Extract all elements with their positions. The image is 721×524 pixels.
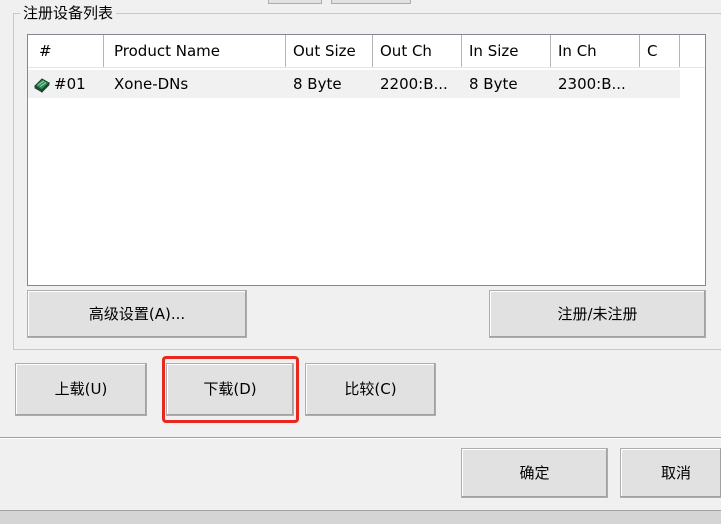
device-icon	[33, 75, 51, 93]
cell-out-ch: 2200:B...	[380, 75, 448, 93]
ok-button[interactable]: 确定	[461, 448, 608, 498]
bottom-edge	[0, 510, 721, 524]
cell-product-name: Xone-DNs	[114, 75, 189, 93]
column-header-out-size[interactable]: Out Size	[286, 35, 373, 67]
cell-c	[640, 70, 680, 98]
upload-button[interactable]: 上载(U)	[15, 363, 147, 416]
column-header-in-ch[interactable]: In Ch	[551, 35, 640, 67]
cell-num: #01	[54, 75, 86, 93]
download-label: 下载(D)	[203, 380, 257, 398]
cell-in-size: 8 Byte	[469, 75, 518, 93]
top-button-left-partial[interactable]	[268, 0, 322, 4]
download-button[interactable]: 下载(D)	[166, 363, 294, 416]
compare-label: 比较(C)	[344, 380, 397, 398]
group-title: 注册设备列表	[20, 4, 117, 22]
advanced-settings-label: 高级设置(A)...	[88, 305, 186, 323]
advanced-settings-button[interactable]: 高级设置(A)...	[27, 290, 247, 338]
column-header-num[interactable]: #	[28, 35, 104, 67]
register-toggle-label: 注册/未注册	[557, 305, 638, 323]
cell-out-size: 8 Byte	[293, 75, 342, 93]
cancel-label: 取消	[660, 464, 691, 482]
column-header-product-name[interactable]: Product Name	[104, 35, 286, 67]
ok-label: 确定	[519, 464, 550, 482]
top-button-right-partial[interactable]	[331, 0, 411, 4]
list-header: # Product Name Out Size Out Ch In Size I…	[28, 35, 705, 68]
column-header-in-size[interactable]: In Size	[462, 35, 551, 67]
compare-button[interactable]: 比较(C)	[305, 363, 436, 416]
cancel-button[interactable]: 取消	[620, 448, 721, 498]
device-list[interactable]: # Product Name Out Size Out Ch In Size I…	[27, 34, 706, 286]
cell-in-ch: 2300:B...	[558, 75, 626, 93]
column-header-c[interactable]: C	[640, 35, 680, 67]
separator	[0, 437, 721, 439]
column-header-out-ch[interactable]: Out Ch	[373, 35, 462, 67]
register-toggle-button[interactable]: 注册/未注册	[489, 290, 706, 338]
table-row[interactable]: #01 Xone-DNs 8 Byte 2200:B... 8 Byte 230…	[28, 70, 680, 98]
upload-label: 上载(U)	[54, 380, 108, 398]
